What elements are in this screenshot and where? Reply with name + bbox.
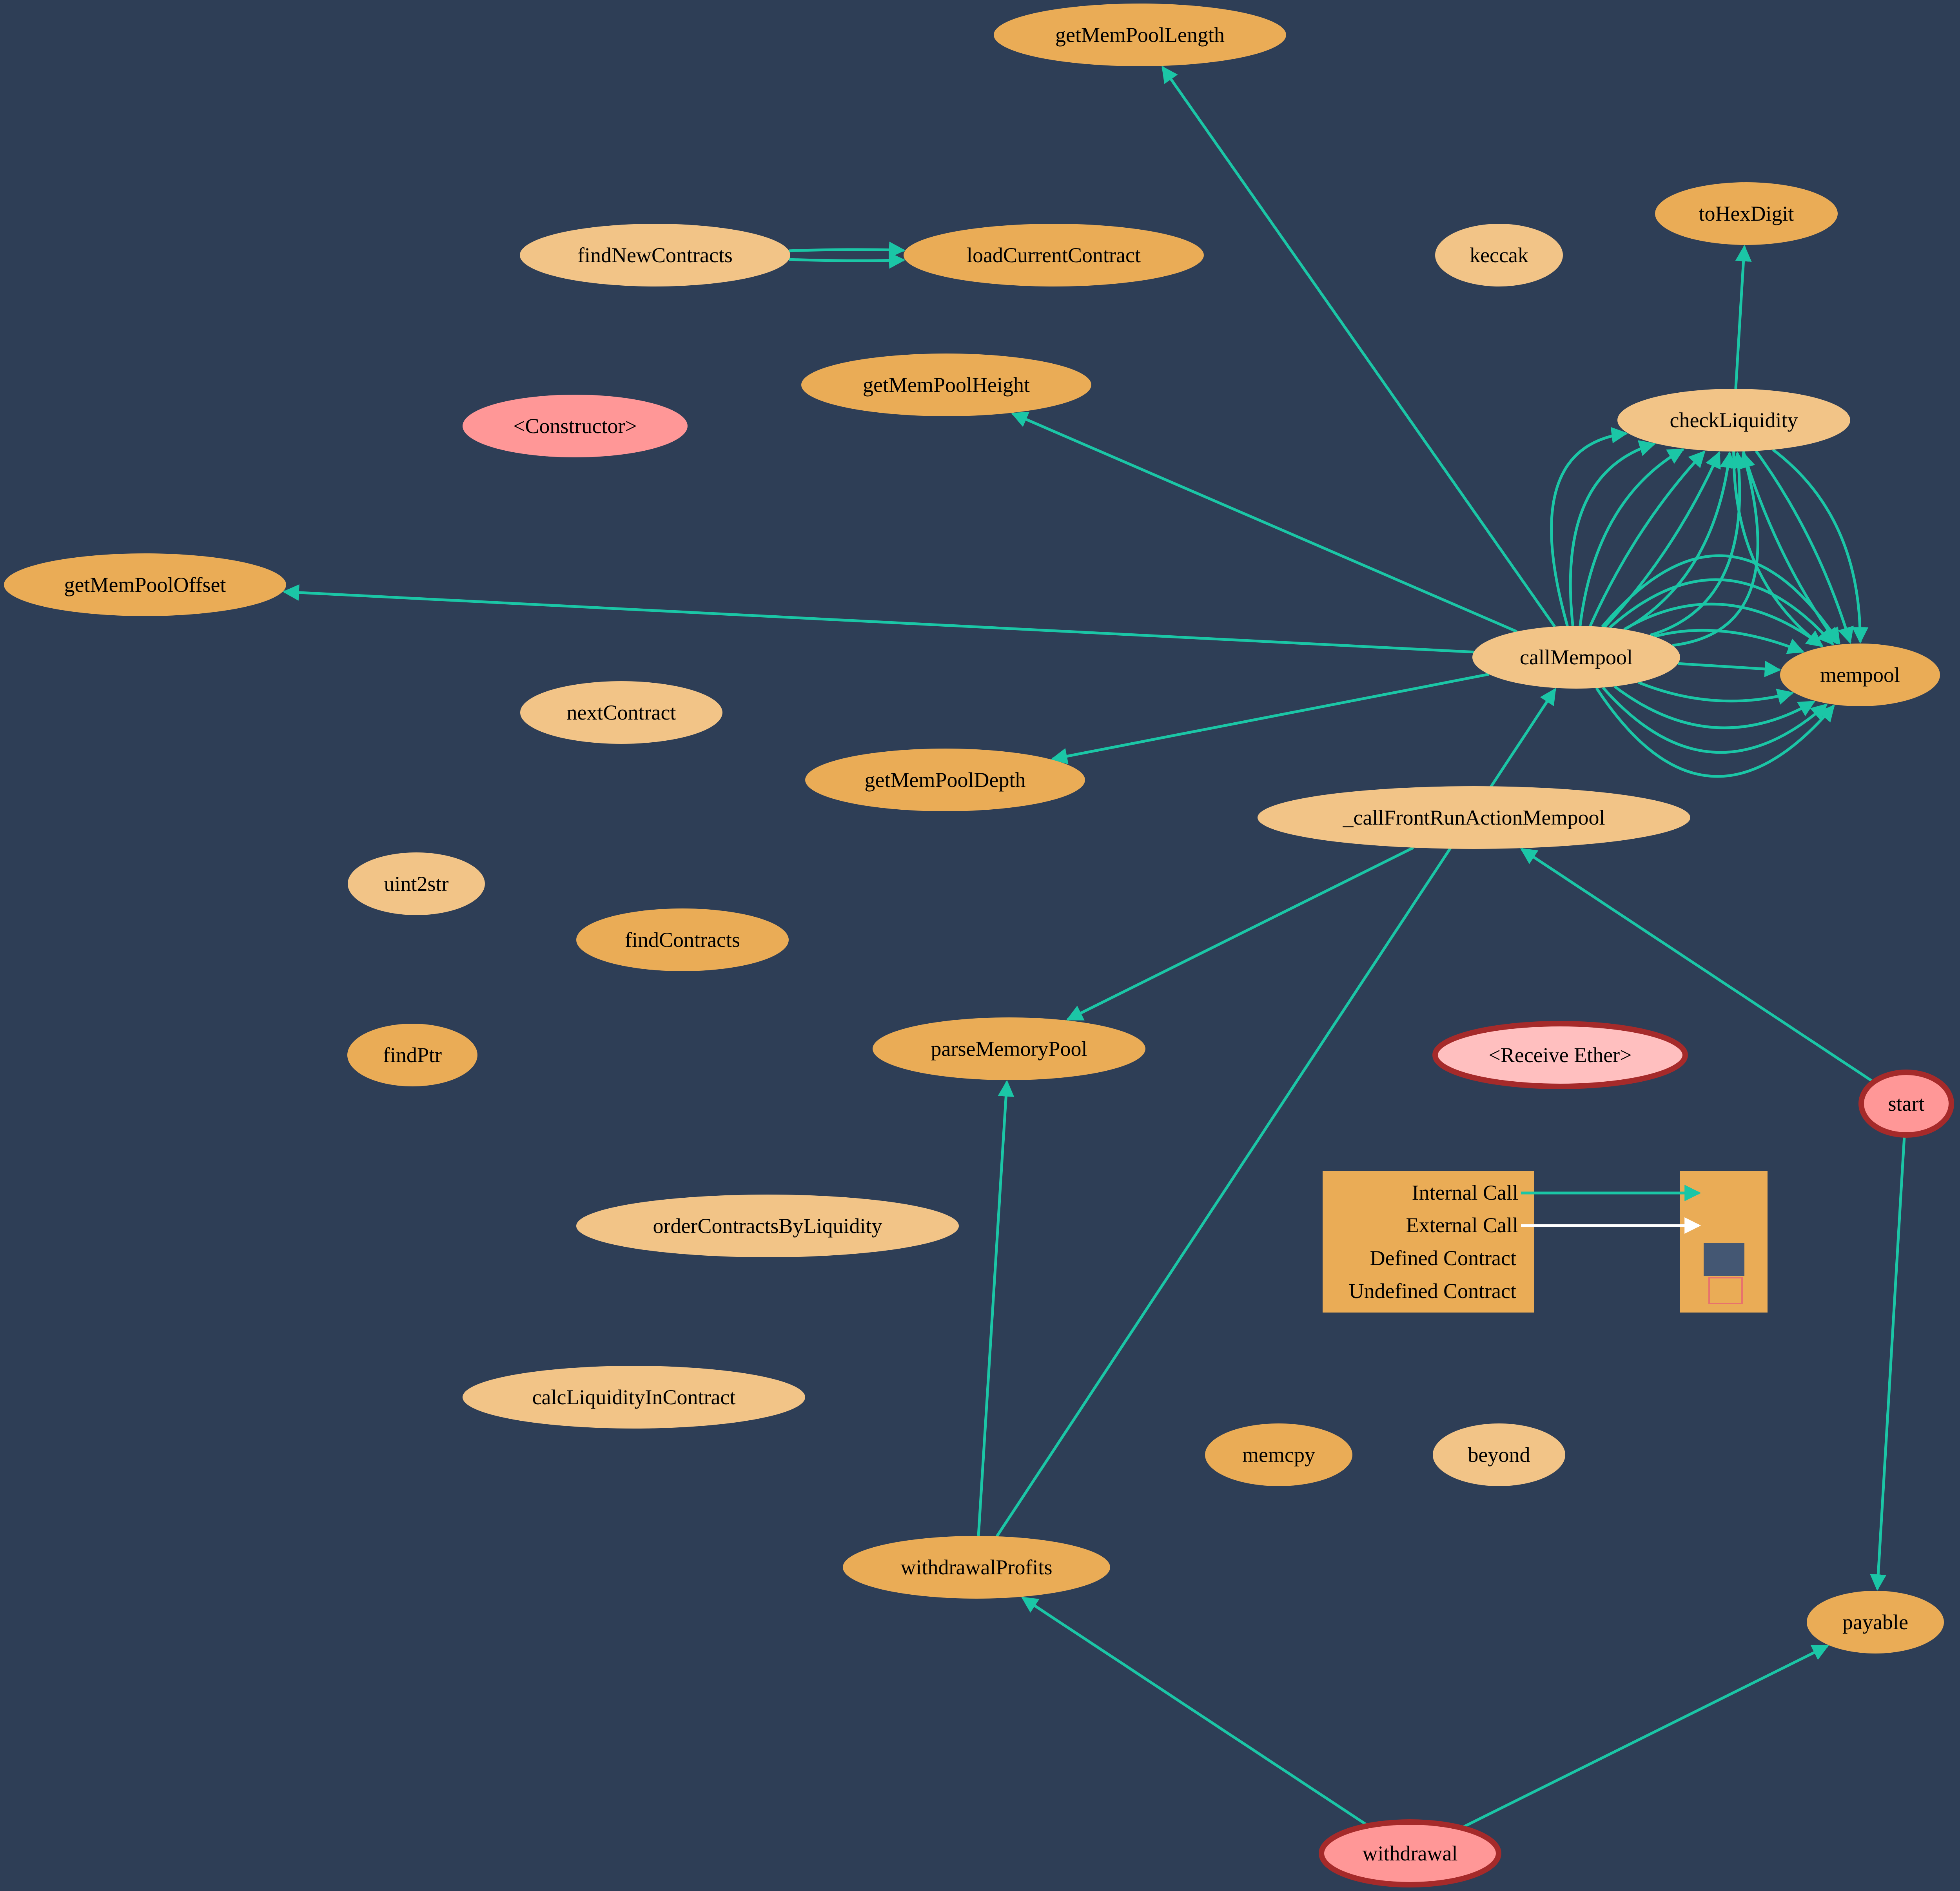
node-label: start bbox=[1888, 1092, 1925, 1115]
node-constructor[interactable]: <Constructor> bbox=[463, 395, 688, 457]
node-callFrontRunActionMempool[interactable]: _callFrontRunActionMempool bbox=[1258, 786, 1690, 849]
legend: Internal Call External Call Defined Cont… bbox=[1323, 1171, 1768, 1313]
node-label: nextContract bbox=[567, 701, 676, 724]
legend-label-undefined-contract: Undefined Contract bbox=[1349, 1279, 1516, 1303]
node-callMempool[interactable]: callMempool bbox=[1472, 626, 1680, 689]
edge-callMempool-to-getMemPoolOffset bbox=[282, 584, 1474, 654]
edge-callFrontRunActionMempool-to-parseMemoryPool bbox=[1066, 846, 1414, 1021]
node-label: withdrawal bbox=[1363, 1842, 1458, 1865]
node-withdrawalProfits[interactable]: withdrawalProfits bbox=[843, 1536, 1110, 1599]
edge-callMempool-to-getMemPoolDepth bbox=[1051, 673, 1489, 765]
node-label: parseMemoryPool bbox=[931, 1037, 1087, 1061]
node-receiveEther[interactable]: <Receive Ether> bbox=[1432, 1021, 1688, 1089]
edge-callMempool-to-mempool-8 bbox=[1602, 686, 1828, 754]
node-checkLiquidity[interactable]: checkLiquidity bbox=[1617, 389, 1850, 451]
node-keccak[interactable]: keccak bbox=[1435, 224, 1563, 286]
edge-callMempool-to-checkLiquidity-8 bbox=[1672, 451, 1759, 647]
node-label: _callFrontRunActionMempool bbox=[1343, 806, 1605, 829]
node-label: getMemPoolDepth bbox=[865, 768, 1026, 792]
node-toHexDigit[interactable]: toHexDigit bbox=[1655, 182, 1838, 245]
edge-findNewContracts-to-loadCurrentContract-1 bbox=[789, 241, 906, 258]
node-label: uint2str bbox=[384, 872, 448, 896]
edge-callMempool-to-mempool-5 bbox=[1678, 660, 1781, 677]
edge-callMempool-to-getMemPoolLength bbox=[1161, 65, 1556, 627]
node-findNewContracts[interactable]: findNewContracts bbox=[520, 224, 790, 286]
node-getMemPoolLength[interactable]: getMemPoolLength bbox=[994, 4, 1286, 66]
node-label: beyond bbox=[1468, 1443, 1530, 1467]
node-getMemPoolOffset[interactable]: getMemPoolOffset bbox=[4, 553, 286, 616]
edge-start-to-payable bbox=[1870, 1135, 1906, 1591]
node-label: payable bbox=[1842, 1610, 1908, 1634]
node-label: getMemPoolHeight bbox=[863, 373, 1030, 397]
edge-checkLiquidity-to-toHexDigit bbox=[1734, 245, 1752, 389]
node-withdrawal[interactable]: withdrawal bbox=[1319, 1819, 1501, 1887]
node-mempool[interactable]: mempool bbox=[1780, 644, 1940, 706]
node-orderContractsByLiquidity[interactable]: orderContractsByLiquidity bbox=[576, 1195, 959, 1257]
legend-label-external-call: External Call bbox=[1406, 1213, 1518, 1237]
node-label: withdrawalProfits bbox=[901, 1556, 1053, 1579]
node-label: <Constructor> bbox=[513, 414, 637, 438]
edge-withdrawal-to-payable bbox=[1461, 1644, 1829, 1829]
node-label: findPtr bbox=[383, 1043, 442, 1067]
node-getMemPoolHeight[interactable]: getMemPoolHeight bbox=[801, 354, 1091, 416]
node-nextContract[interactable]: nextContract bbox=[520, 681, 722, 744]
node-label: orderContractsByLiquidity bbox=[653, 1214, 882, 1238]
node-label: memcpy bbox=[1242, 1443, 1315, 1467]
node-label: getMemPoolOffset bbox=[64, 573, 226, 596]
node-calcLiquidityInContract[interactable]: calcLiquidityInContract bbox=[463, 1366, 805, 1429]
node-payable[interactable]: payable bbox=[1807, 1591, 1944, 1653]
node-label: loadCurrentContract bbox=[967, 243, 1141, 267]
node-label: callMempool bbox=[1520, 645, 1633, 669]
node-label: <Receive Ether> bbox=[1488, 1043, 1632, 1067]
edge-withdrawalProfits-to-parseMemoryPool bbox=[977, 1080, 1014, 1536]
node-beyond[interactable]: beyond bbox=[1433, 1423, 1565, 1486]
legend-defined-contract-swatch bbox=[1704, 1243, 1744, 1276]
node-label: getMemPoolLength bbox=[1055, 23, 1225, 47]
edge-callMempool-to-mempool-6 bbox=[1638, 681, 1794, 705]
node-memcpy[interactable]: memcpy bbox=[1205, 1423, 1352, 1486]
nodes-layer: getMemPoolLength findNewContracts loadCurr… bbox=[4, 4, 1954, 1887]
node-parseMemoryPool[interactable]: parseMemoryPool bbox=[873, 1017, 1145, 1080]
edge-callMempool-to-mempool-7 bbox=[1613, 685, 1816, 729]
node-label: mempool bbox=[1820, 663, 1900, 687]
node-label: toHexDigit bbox=[1699, 202, 1794, 225]
edge-withdrawal-to-withdrawalProfits bbox=[1021, 1596, 1369, 1827]
edge-callMempool-to-checkLiquidity-3 bbox=[1579, 448, 1684, 626]
node-start[interactable]: start bbox=[1858, 1070, 1954, 1138]
node-getMemPoolDepth[interactable]: getMemPoolDepth bbox=[805, 749, 1085, 811]
call-graph: getMemPoolLength findNewContracts loadCurr… bbox=[4, 4, 1954, 1887]
node-label: findContracts bbox=[625, 928, 740, 952]
edge-callMempool-to-mempool-4 bbox=[1653, 629, 1805, 654]
node-label: keccak bbox=[1470, 243, 1528, 267]
node-loadCurrentContract[interactable]: loadCurrentContract bbox=[904, 224, 1204, 286]
node-findContracts[interactable]: findContracts bbox=[576, 908, 789, 971]
legend-label-defined-contract: Defined Contract bbox=[1370, 1246, 1516, 1270]
legend-label-internal-call: Internal Call bbox=[1412, 1181, 1518, 1204]
node-findPtr[interactable]: findPtr bbox=[347, 1024, 477, 1086]
node-label: calcLiquidityInContract bbox=[532, 1385, 736, 1409]
node-uint2str[interactable]: uint2str bbox=[348, 852, 485, 915]
edge-findNewContracts-to-loadCurrentContract-2 bbox=[789, 252, 906, 269]
edge-callMempool-to-checkLiquidity-2 bbox=[1569, 440, 1656, 626]
node-label: checkLiquidity bbox=[1670, 408, 1798, 432]
edge-callMempool-to-getMemPoolHeight bbox=[1011, 412, 1517, 633]
node-label: findNewContracts bbox=[577, 243, 733, 267]
